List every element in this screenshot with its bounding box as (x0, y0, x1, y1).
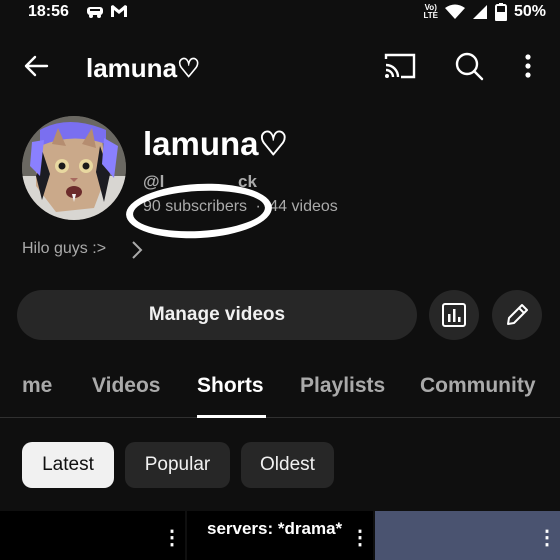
short-more-icon[interactable]: ⋮ (350, 525, 370, 550)
status-right: Vo) LTE 50% (423, 3, 546, 21)
tab-community[interactable]: Community (420, 374, 536, 398)
video-count: 44 videos (269, 198, 338, 215)
wifi-icon (444, 4, 465, 19)
tab-videos[interactable]: Videos (92, 374, 160, 398)
chip-latest[interactable]: Latest (22, 442, 114, 488)
top-app-bar: lamuna♡ (0, 40, 560, 94)
manage-videos-button[interactable]: Manage videos (17, 290, 417, 340)
chevron-right-icon[interactable] (128, 239, 146, 261)
active-tab-indicator (197, 415, 266, 418)
short-title: servers: *drama* (207, 519, 343, 538)
status-bar: 18:56 Vo) LTE 50% (0, 0, 560, 26)
short-item[interactable]: servers: *drama* ⋮ (187, 511, 373, 560)
short-more-icon[interactable]: ⋮ (162, 525, 182, 550)
short-item[interactable]: ⋮ (375, 511, 560, 560)
chip-oldest[interactable]: Oldest (241, 442, 334, 488)
status-time: 18:56 (28, 3, 69, 20)
tab-home-partial[interactable]: me (22, 374, 52, 398)
page-title: lamuna♡ (86, 53, 201, 83)
battery-icon (494, 3, 507, 21)
tab-playlists[interactable]: Playlists (300, 374, 385, 398)
avatar[interactable] (22, 116, 126, 220)
car-icon (87, 7, 103, 18)
cast-icon[interactable] (384, 52, 416, 80)
tab-shorts[interactable]: Shorts (197, 374, 264, 398)
pencil-icon (507, 304, 528, 325)
edit-channel-button[interactable] (492, 290, 542, 340)
chip-popular[interactable]: Popular (125, 442, 230, 488)
search-icon[interactable] (454, 52, 484, 82)
back-arrow-icon[interactable] (22, 52, 50, 80)
gmail-icon (111, 5, 127, 17)
channel-tabs: me Videos Shorts Playlists Community (0, 360, 560, 418)
short-item[interactable]: ⋮ (0, 511, 185, 560)
signal-icon (472, 5, 487, 19)
channel-description[interactable]: Hilo guys :> (22, 240, 106, 258)
analytics-icon (442, 303, 466, 327)
channel-name: lamuna♡ (143, 125, 289, 162)
volte-icon: Vo) LTE (423, 3, 438, 20)
notification-icons (86, 4, 128, 18)
analytics-button[interactable] (429, 290, 479, 340)
more-options-icon[interactable] (520, 52, 536, 80)
cat-avatar-image (22, 116, 126, 220)
short-more-icon[interactable]: ⋮ (537, 525, 557, 550)
shorts-grid: ⋮ servers: *drama* ⋮ ⋮ (0, 511, 560, 560)
battery-percent: 50% (513, 3, 546, 20)
